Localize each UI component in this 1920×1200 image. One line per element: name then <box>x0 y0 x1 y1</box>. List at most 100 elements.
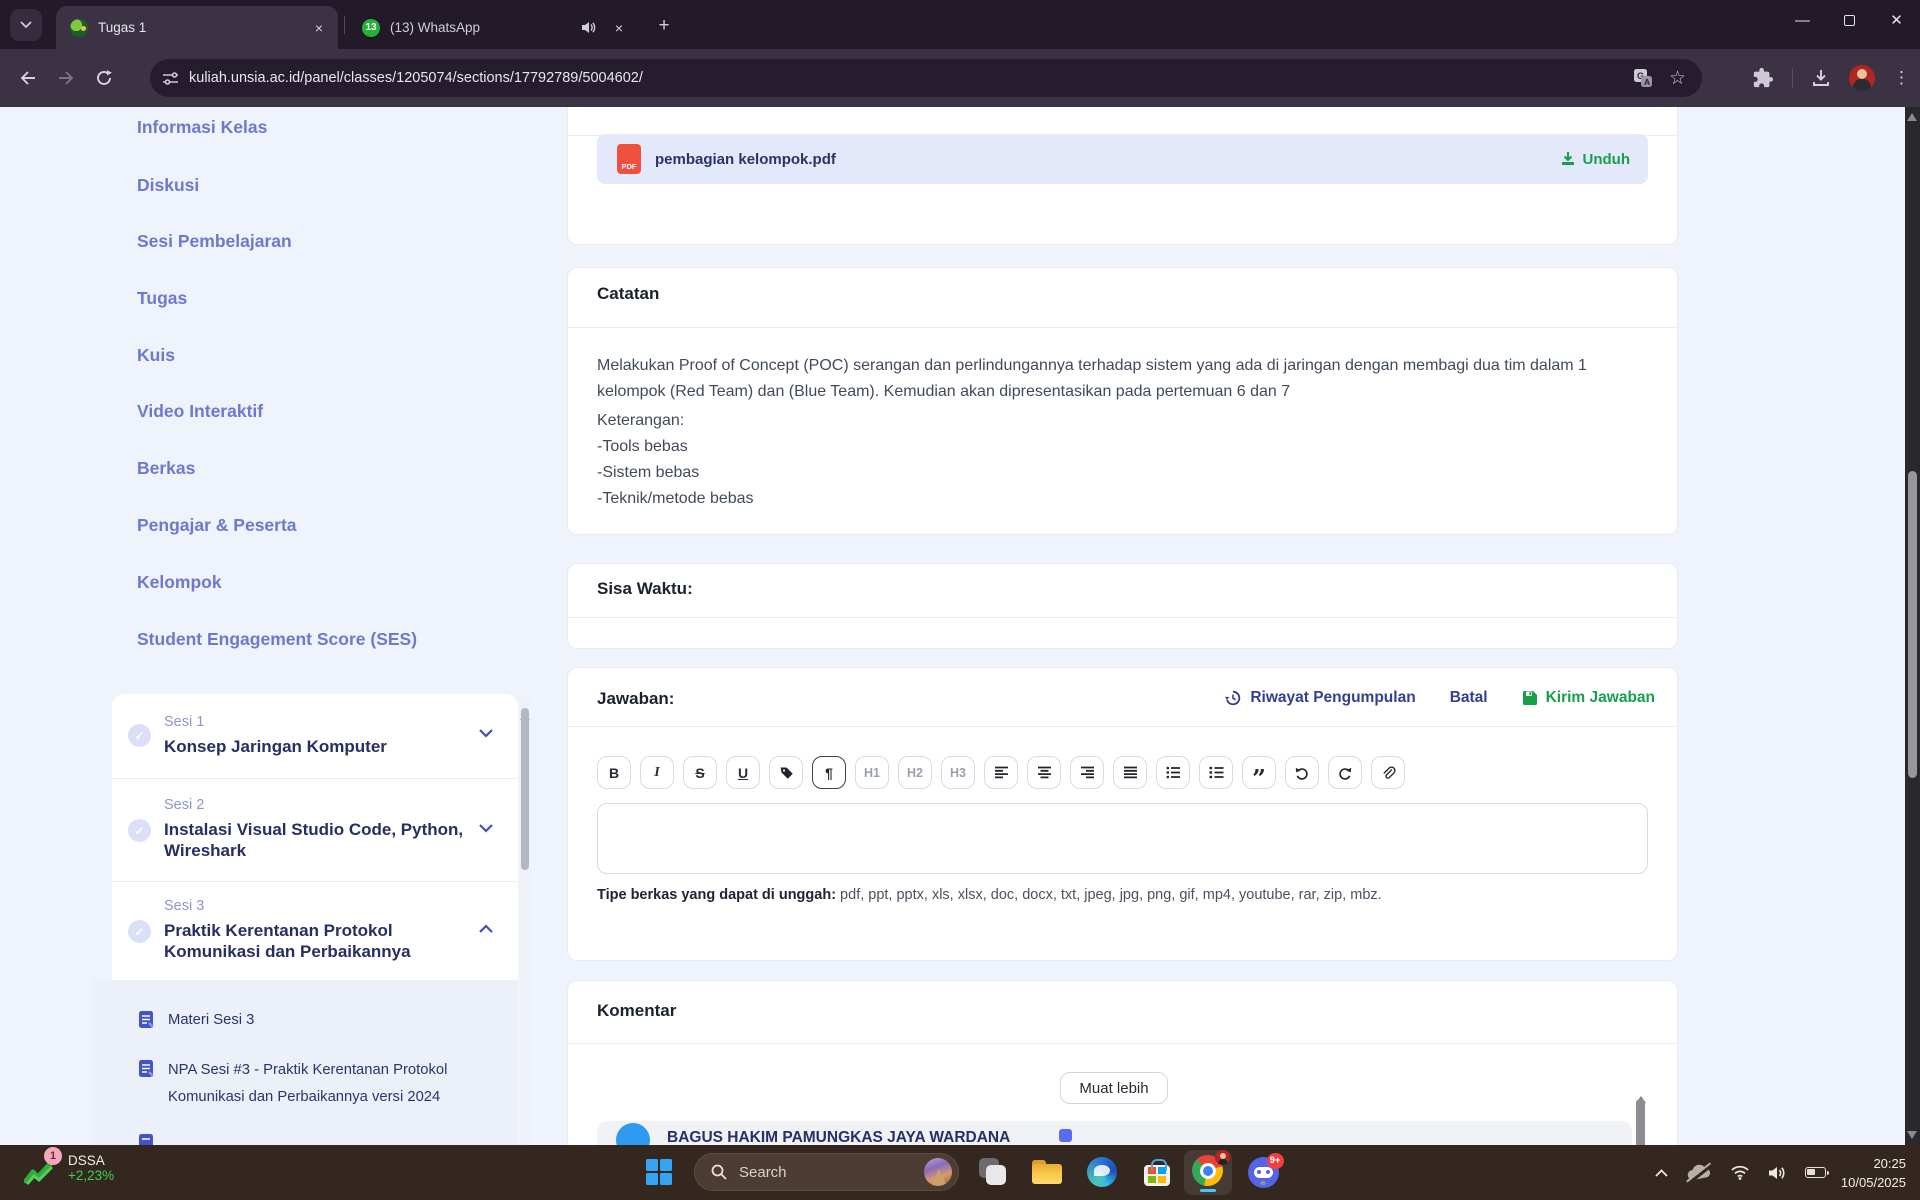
tab-tugas-1[interactable]: Tugas 1 × <box>56 6 338 49</box>
paragraph-button[interactable]: ¶ <box>812 756 846 789</box>
tag-button[interactable] <box>769 756 803 789</box>
taskbar-search[interactable]: Search <box>694 1153 959 1191</box>
minimize-button[interactable]: — <box>1779 0 1826 40</box>
edge-button[interactable] <box>1086 1156 1118 1188</box>
downloads-icon[interactable] <box>1811 68 1831 88</box>
microsoft-store-button[interactable] <box>1141 1156 1173 1188</box>
session-card-sesi-1[interactable]: ✓ Sesi 1 Konsep Jaringan Komputer <box>112 694 518 778</box>
history-icon <box>1224 689 1242 707</box>
discord-button[interactable]: 9+ <box>1247 1156 1279 1188</box>
chrome-taskbar-button[interactable] <box>1184 1150 1232 1195</box>
tab-close-icon[interactable]: × <box>310 19 328 37</box>
align-left-button[interactable] <box>984 756 1018 789</box>
italic-button[interactable]: I <box>640 756 674 789</box>
tab-audio-icon[interactable] <box>581 21 596 34</box>
tab-search-button[interactable] <box>10 9 42 41</box>
sidebar-scrollbar-thumb[interactable] <box>521 708 529 870</box>
sidebar-item-tugas[interactable]: Tugas <box>137 288 187 309</box>
bold-button[interactable]: B <box>597 756 631 789</box>
align-center-button[interactable] <box>1027 756 1061 789</box>
kirim-jawaban-button[interactable]: Kirim Jawaban <box>1522 689 1655 707</box>
start-button[interactable] <box>643 1156 675 1188</box>
page-scrollbar-thumb[interactable] <box>1908 471 1917 778</box>
tab-close-icon[interactable]: × <box>610 19 628 37</box>
scroll-down-icon[interactable] <box>1907 1131 1917 1139</box>
divider <box>568 1043 1677 1044</box>
battery-icon[interactable] <box>1805 1167 1826 1178</box>
wifi-icon[interactable] <box>1730 1165 1750 1180</box>
attach-button[interactable] <box>1371 756 1405 789</box>
new-tab-button[interactable]: + <box>650 12 678 40</box>
sidebar-item-kuis[interactable]: Kuis <box>137 345 175 366</box>
browser-menu-icon[interactable]: ⋮ <box>1893 68 1910 88</box>
volume-icon[interactable] <box>1768 1165 1787 1181</box>
stock-widget[interactable]: 1 DSSA +2,23% <box>24 1151 114 1185</box>
session-label: Sesi 3 <box>164 898 204 914</box>
attachment-file-name[interactable]: pembagian kelompok.pdf <box>655 151 1560 168</box>
bullet-list-icon <box>1166 766 1181 779</box>
h3-button[interactable]: H3 <box>941 756 975 789</box>
page-scrollbar[interactable] <box>1905 107 1920 1145</box>
screen: Tugas 1 × 13 (13) WhatsApp × + — ✕ <box>0 0 1920 1200</box>
catatan-line: Keterangan: <box>597 408 684 434</box>
bing-daily-image[interactable] <box>924 1158 952 1186</box>
chevron-down-icon[interactable] <box>478 728 494 738</box>
batal-button[interactable]: Batal <box>1450 689 1488 707</box>
site-settings-icon[interactable] <box>162 71 179 86</box>
browser-toolbar: kuliah.unsia.ac.id/panel/classes/1205074… <box>0 49 1920 107</box>
underline-button[interactable]: U <box>726 756 760 789</box>
close-button[interactable]: ✕ <box>1873 0 1920 40</box>
answer-textarea[interactable] <box>597 803 1648 874</box>
address-bar[interactable]: kuliah.unsia.ac.id/panel/classes/1205074… <box>150 59 1702 97</box>
align-right-button[interactable] <box>1070 756 1104 789</box>
chevron-up-icon[interactable] <box>478 924 494 934</box>
h1-button[interactable]: H1 <box>855 756 889 789</box>
onedrive-paused-icon[interactable] <box>1686 1164 1712 1182</box>
session-card-sesi-3[interactable]: ✓ Sesi 3 Praktik Kerentanan Protokol Kom… <box>112 882 518 980</box>
download-link[interactable]: Unduh <box>1560 151 1630 168</box>
sidebar-item-kelompok[interactable]: Kelompok <box>137 572 222 593</box>
sidebar-item-berkas[interactable]: Berkas <box>137 458 195 479</box>
chevron-down-icon[interactable] <box>478 823 494 833</box>
bookmark-star-icon[interactable]: ☆ <box>1669 67 1686 90</box>
redo-button[interactable] <box>1328 756 1362 789</box>
muat-lebih-button[interactable]: Muat lebih <box>1060 1072 1168 1104</box>
h2-button[interactable]: H2 <box>898 756 932 789</box>
scroll-up-icon[interactable] <box>1907 113 1917 121</box>
extensions-icon[interactable] <box>1752 67 1774 89</box>
undo-button[interactable] <box>1285 756 1319 789</box>
comment-scroll-up-icon[interactable] <box>1636 1079 1646 1097</box>
sisa-waktu-card: Sisa Waktu: <box>567 563 1678 649</box>
session-item-label: NPA Sesi #3 - Praktik Kerentanan Protoko… <box>168 1057 484 1111</box>
url-text[interactable]: kuliah.unsia.ac.id/panel/classes/1205074… <box>189 70 1633 86</box>
divider <box>568 327 1677 328</box>
numbered-list-button[interactable] <box>1199 756 1233 789</box>
comment-scrollbar-thumb[interactable] <box>1636 1099 1645 1145</box>
profile-avatar[interactable] <box>1849 65 1875 91</box>
back-button[interactable] <box>12 62 44 94</box>
sidebar-item-diskusi[interactable]: Diskusi <box>137 175 199 196</box>
attachment-row[interactable]: PDF pembagian kelompok.pdf Unduh <box>597 134 1648 184</box>
taskbar-clock[interactable]: 20:25 10/05/2025 <box>1841 1154 1906 1192</box>
strikethrough-button[interactable]: S <box>683 756 717 789</box>
align-center-icon <box>1037 766 1052 779</box>
sidebar-item-video-interaktif[interactable]: Video Interaktif <box>137 401 263 422</box>
justify-button[interactable] <box>1113 756 1147 789</box>
comment-author[interactable]: BAGUS HAKIM PAMUNGKAS JAYA WARDANA <box>667 1129 1010 1145</box>
riwayat-pengumpulan-link[interactable]: Riwayat Pengumpulan <box>1224 689 1415 707</box>
maximize-button[interactable] <box>1826 0 1873 40</box>
sidebar-item-pengajar-peserta[interactable]: Pengajar & Peserta <box>137 515 297 536</box>
sidebar-item-informasi-kelas[interactable]: Informasi Kelas <box>137 117 267 138</box>
forward-button[interactable] <box>50 62 82 94</box>
sidebar-item-sesi-pembelajaran[interactable]: Sesi Pembelajaran <box>137 231 292 252</box>
tray-chevron-up-icon[interactable] <box>1655 1169 1668 1177</box>
reload-button[interactable] <box>88 62 120 94</box>
tab-whatsapp[interactable]: 13 (13) WhatsApp × <box>348 6 638 49</box>
sidebar-item-ses[interactable]: Student Engagement Score (SES) <box>137 629 417 650</box>
blockquote-button[interactable]: ” <box>1242 756 1276 789</box>
session-card-sesi-2[interactable]: ✓ Sesi 2 Instalasi Visual Studio Code, P… <box>112 779 518 881</box>
task-view-button[interactable] <box>977 1156 1009 1188</box>
file-explorer-button[interactable] <box>1031 1156 1063 1188</box>
bullet-list-button[interactable] <box>1156 756 1190 789</box>
translate-icon[interactable]: GA <box>1633 68 1653 88</box>
